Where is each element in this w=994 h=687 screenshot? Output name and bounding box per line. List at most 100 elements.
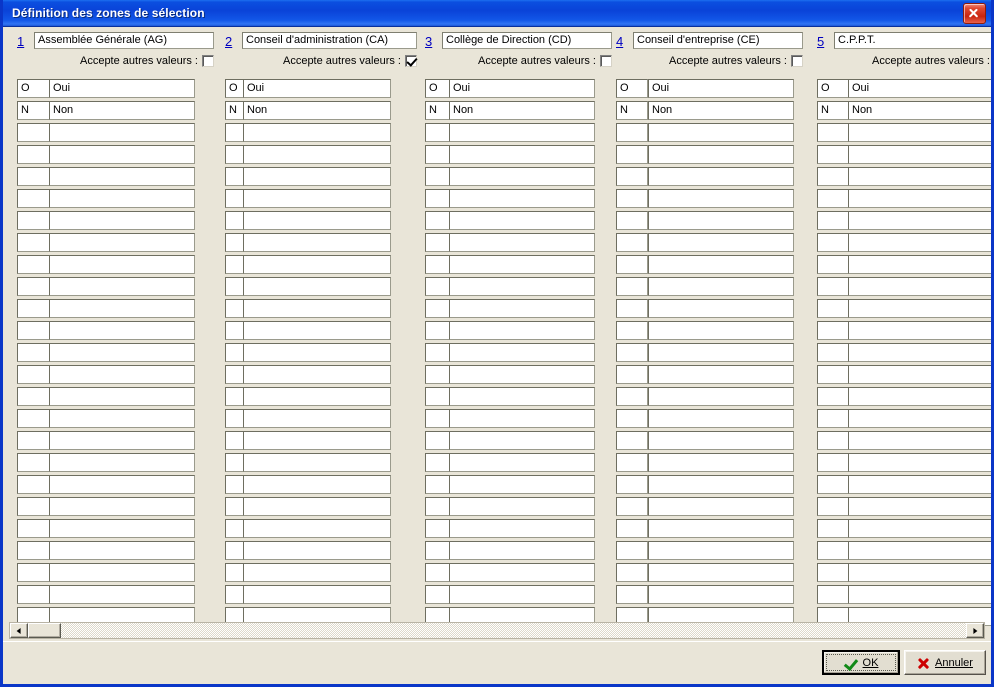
value-code-cell[interactable] xyxy=(817,475,849,494)
value-label-cell[interactable] xyxy=(449,453,595,472)
value-label-cell[interactable] xyxy=(648,343,794,362)
value-label-cell[interactable] xyxy=(49,431,195,450)
value-label-cell[interactable] xyxy=(848,475,991,494)
value-label-cell[interactable] xyxy=(49,211,195,230)
value-code-cell[interactable] xyxy=(17,563,53,582)
value-label-cell[interactable] xyxy=(243,299,391,318)
value-code-cell[interactable] xyxy=(616,497,648,516)
value-code-cell[interactable] xyxy=(17,409,53,428)
value-label-cell[interactable] xyxy=(848,167,991,186)
value-label-cell[interactable] xyxy=(449,431,595,450)
value-code-cell[interactable] xyxy=(17,585,53,604)
value-label-cell[interactable] xyxy=(49,233,195,252)
value-label-cell[interactable] xyxy=(49,277,195,296)
value-code-cell[interactable] xyxy=(17,475,53,494)
value-label-cell[interactable] xyxy=(449,343,595,362)
value-code-cell[interactable] xyxy=(616,475,648,494)
value-code-cell[interactable] xyxy=(616,277,648,296)
value-label-cell[interactable] xyxy=(848,563,991,582)
value-label-cell[interactable]: Non xyxy=(49,101,195,120)
value-label-cell[interactable] xyxy=(848,453,991,472)
value-code-cell[interactable] xyxy=(17,233,53,252)
value-code-cell[interactable] xyxy=(616,585,648,604)
value-code-cell[interactable] xyxy=(616,563,648,582)
value-code-cell[interactable] xyxy=(817,299,849,318)
value-label-cell[interactable] xyxy=(49,299,195,318)
value-label-cell[interactable] xyxy=(243,343,391,362)
value-code-cell[interactable] xyxy=(817,409,849,428)
value-code-cell[interactable] xyxy=(616,145,648,164)
value-code-cell[interactable] xyxy=(17,497,53,516)
value-label-cell[interactable] xyxy=(49,343,195,362)
value-label-cell[interactable] xyxy=(243,233,391,252)
value-code-cell[interactable] xyxy=(17,255,53,274)
zone-name-input-3[interactable]: Collège de Direction (CD) xyxy=(442,32,612,49)
value-code-cell[interactable] xyxy=(616,233,648,252)
value-label-cell[interactable] xyxy=(648,585,794,604)
value-label-cell[interactable] xyxy=(648,409,794,428)
value-label-cell[interactable] xyxy=(49,321,195,340)
value-code-cell[interactable] xyxy=(616,519,648,538)
value-label-cell[interactable] xyxy=(848,431,991,450)
value-label-cell[interactable] xyxy=(648,255,794,274)
accept-other-values-checkbox-4[interactable] xyxy=(791,55,803,67)
value-code-cell[interactable] xyxy=(616,167,648,186)
value-label-cell[interactable] xyxy=(648,541,794,560)
value-label-cell[interactable]: Oui xyxy=(648,79,794,98)
value-code-cell[interactable] xyxy=(17,453,53,472)
value-label-cell[interactable] xyxy=(49,563,195,582)
value-label-cell[interactable]: Oui xyxy=(449,79,595,98)
value-label-cell[interactable] xyxy=(449,321,595,340)
value-code-cell[interactable] xyxy=(616,299,648,318)
value-label-cell[interactable] xyxy=(49,475,195,494)
value-label-cell[interactable] xyxy=(848,277,991,296)
value-label-cell[interactable] xyxy=(449,387,595,406)
value-label-cell[interactable] xyxy=(648,497,794,516)
value-label-cell[interactable] xyxy=(848,519,991,538)
value-label-cell[interactable] xyxy=(648,123,794,142)
value-label-cell[interactable] xyxy=(848,255,991,274)
value-code-cell[interactable] xyxy=(817,453,849,472)
value-code-cell[interactable] xyxy=(817,497,849,516)
value-label-cell[interactable] xyxy=(243,409,391,428)
value-label-cell[interactable]: Non xyxy=(848,101,991,120)
value-label-cell[interactable] xyxy=(243,189,391,208)
value-label-cell[interactable] xyxy=(49,123,195,142)
value-label-cell[interactable] xyxy=(648,475,794,494)
value-code-cell[interactable] xyxy=(616,343,648,362)
value-label-cell[interactable] xyxy=(49,585,195,604)
value-label-cell[interactable] xyxy=(648,431,794,450)
value-label-cell[interactable] xyxy=(648,189,794,208)
value-code-cell[interactable] xyxy=(616,123,648,142)
value-label-cell[interactable] xyxy=(648,321,794,340)
arrow-left-icon[interactable] xyxy=(10,623,28,638)
value-code-cell[interactable] xyxy=(17,387,53,406)
value-code-cell[interactable] xyxy=(817,255,849,274)
ok-button[interactable]: OK xyxy=(822,650,900,675)
value-code-cell[interactable]: O xyxy=(616,79,648,98)
value-label-cell[interactable] xyxy=(449,365,595,384)
value-label-cell[interactable] xyxy=(449,299,595,318)
value-code-cell[interactable] xyxy=(817,365,849,384)
zone-number-link-2[interactable]: 2 xyxy=(225,34,232,49)
value-label-cell[interactable] xyxy=(648,453,794,472)
value-code-cell[interactable] xyxy=(17,211,53,230)
value-label-cell[interactable] xyxy=(243,167,391,186)
accept-other-values-checkbox-3[interactable] xyxy=(600,55,612,67)
value-label-cell[interactable] xyxy=(243,211,391,230)
value-label-cell[interactable]: Oui xyxy=(848,79,991,98)
value-code-cell[interactable]: O xyxy=(817,79,849,98)
zone-number-link-4[interactable]: 4 xyxy=(616,34,623,49)
value-label-cell[interactable] xyxy=(243,277,391,296)
value-label-cell[interactable] xyxy=(49,255,195,274)
value-label-cell[interactable] xyxy=(648,145,794,164)
value-label-cell[interactable] xyxy=(449,255,595,274)
value-label-cell[interactable]: Oui xyxy=(49,79,195,98)
arrow-right-icon[interactable] xyxy=(966,623,984,638)
cancel-button[interactable]: Annuler xyxy=(904,650,986,675)
value-code-cell[interactable] xyxy=(616,431,648,450)
value-label-cell[interactable] xyxy=(848,321,991,340)
value-label-cell[interactable] xyxy=(49,387,195,406)
close-icon[interactable] xyxy=(963,3,986,24)
scrollbar-track[interactable] xyxy=(61,623,966,638)
